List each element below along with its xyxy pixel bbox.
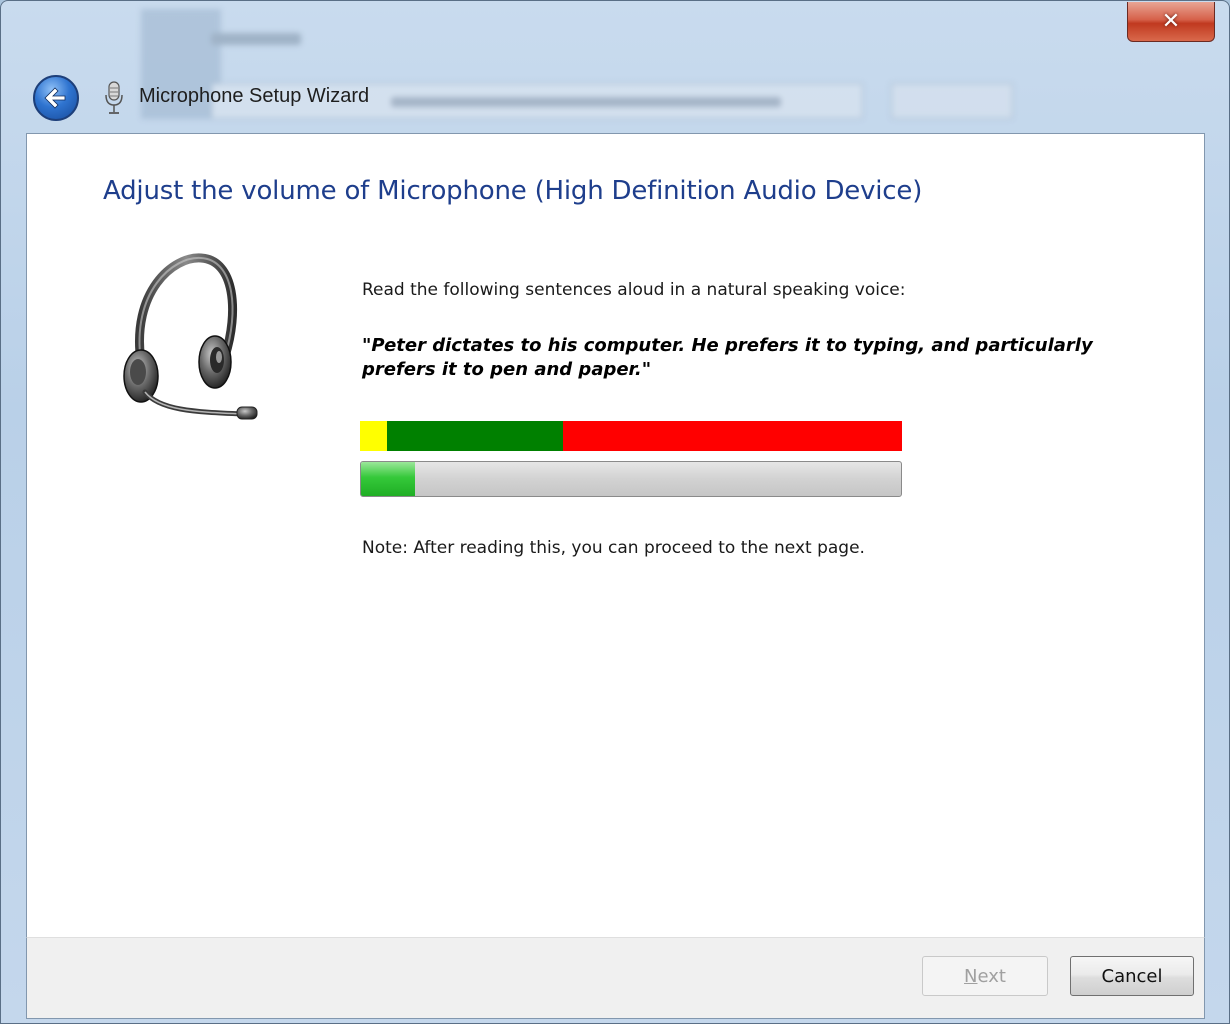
close-button[interactable]: ✕ — [1127, 2, 1215, 42]
close-icon: ✕ — [1161, 9, 1181, 34]
headset-icon — [123, 253, 258, 420]
back-arrow-icon — [44, 87, 66, 109]
volume-meter-fill — [361, 462, 415, 496]
wizard-window: ✕ Microphone Setup Wizard Adjust the vol… — [0, 0, 1230, 1024]
instruction-text: Read the following sentences aloud in a … — [362, 280, 906, 300]
volume-meter — [360, 461, 902, 497]
next-button-mnemonic: N — [964, 965, 978, 987]
page-heading: Adjust the volume of Microphone (High De… — [103, 176, 923, 206]
level-scale-high-segment — [563, 421, 902, 451]
window-title: Microphone Setup Wizard — [139, 85, 370, 107]
microphone-icon — [105, 81, 123, 114]
wizard-content: Adjust the volume of Microphone (High De… — [26, 133, 1205, 938]
cancel-button[interactable]: Cancel — [1070, 956, 1194, 996]
level-scale — [360, 421, 902, 451]
sample-sentence: "Peter dictates to his computer. He pref… — [362, 335, 1093, 380]
wizard-footer: Next Cancel — [26, 937, 1205, 1019]
next-button-label: ext — [977, 965, 1006, 987]
level-scale-low-segment — [360, 421, 388, 451]
note-text: Note: After reading this, you can procee… — [362, 538, 865, 558]
next-button[interactable]: Next — [922, 956, 1048, 996]
level-scale-optimal-segment — [387, 421, 564, 451]
back-button[interactable] — [33, 75, 79, 121]
